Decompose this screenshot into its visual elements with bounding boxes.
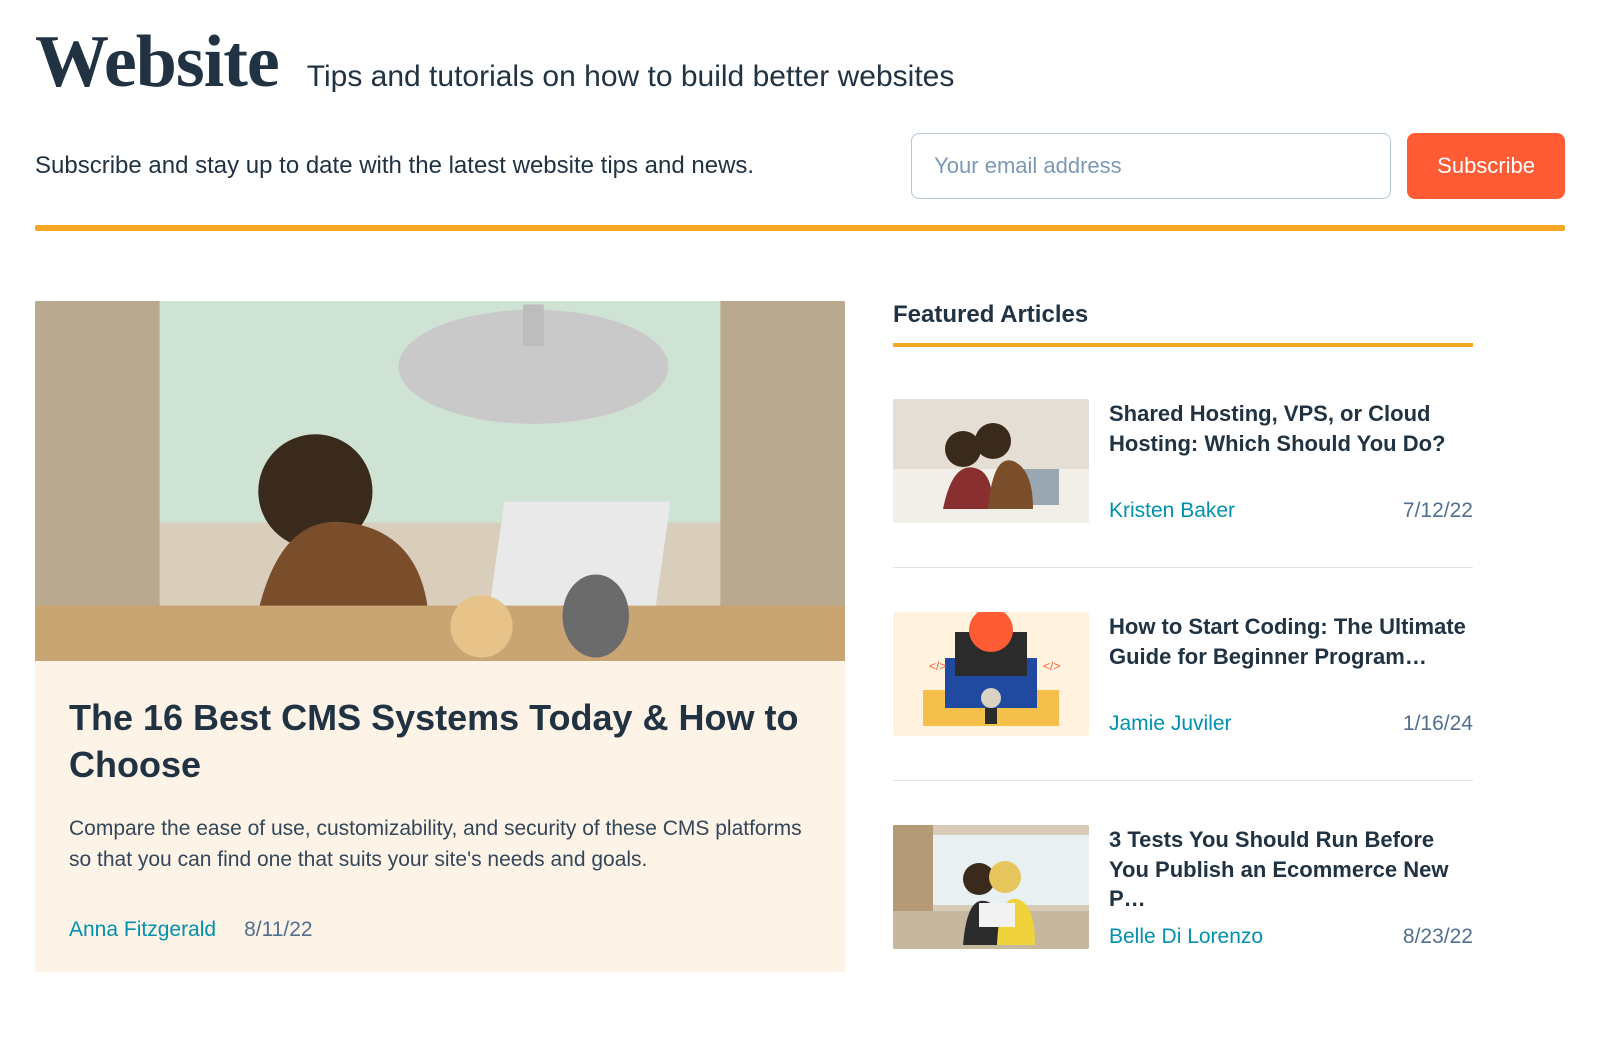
featured-title: Shared Hosting, VPS, or Cloud Hosting: W… xyxy=(1109,399,1473,458)
featured-thumbnail: </> </> xyxy=(893,612,1089,736)
featured-thumbnail xyxy=(893,825,1089,949)
featured-body: How to Start Coding: The Ultimate Guide … xyxy=(1109,612,1473,736)
featured-author[interactable]: Jamie Juviler xyxy=(1109,712,1232,736)
hero-column: The 16 Best CMS Systems Today & How to C… xyxy=(35,301,845,972)
featured-meta: Kristen Baker 7/12/22 xyxy=(1109,499,1473,523)
hero-image xyxy=(35,301,845,661)
featured-divider xyxy=(893,343,1473,347)
featured-body: Shared Hosting, VPS, or Cloud Hosting: W… xyxy=(1109,399,1473,523)
featured-title: 3 Tests You Should Run Before You Publis… xyxy=(1109,825,1473,914)
featured-thumbnail xyxy=(893,399,1089,523)
site-wordmark: Website xyxy=(35,20,279,105)
hero-article-card[interactable]: The 16 Best CMS Systems Today & How to C… xyxy=(35,301,845,972)
hero-meta: Anna Fitzgerald 8/11/22 xyxy=(69,918,811,942)
featured-body: 3 Tests You Should Run Before You Publis… xyxy=(1109,825,1473,949)
hero-title: The 16 Best CMS Systems Today & How to C… xyxy=(69,695,811,789)
featured-date: 8/23/22 xyxy=(1403,925,1473,949)
hero-description: Compare the ease of use, customizability… xyxy=(69,813,811,876)
featured-article-card[interactable]: 3 Tests You Should Run Before You Publis… xyxy=(893,825,1473,949)
featured-meta: Jamie Juviler 1/16/24 xyxy=(1109,712,1473,736)
main-columns: The 16 Best CMS Systems Today & How to C… xyxy=(35,301,1565,972)
site-tagline: Tips and tutorials on how to build bette… xyxy=(307,60,955,94)
email-field[interactable] xyxy=(911,133,1391,199)
subscribe-form: Subscribe xyxy=(911,133,1565,199)
featured-date: 7/12/22 xyxy=(1403,499,1473,523)
featured-heading: Featured Articles xyxy=(893,301,1473,329)
featured-sidebar: Featured Articles Shared Hosting, VPS, o… xyxy=(893,301,1473,972)
featured-title: How to Start Coding: The Ultimate Guide … xyxy=(1109,612,1473,671)
svg-text:</>: </> xyxy=(929,659,946,673)
page-header: Website Tips and tutorials on how to bui… xyxy=(35,20,1565,105)
featured-meta: Belle Di Lorenzo 8/23/22 xyxy=(1109,925,1473,949)
subscribe-bar: Subscribe and stay up to date with the l… xyxy=(35,133,1565,199)
subscribe-button[interactable]: Subscribe xyxy=(1407,133,1565,199)
hero-body: The 16 Best CMS Systems Today & How to C… xyxy=(35,661,845,972)
hero-date: 8/11/22 xyxy=(244,918,313,942)
subscribe-prompt: Subscribe and stay up to date with the l… xyxy=(35,152,754,180)
featured-author[interactable]: Belle Di Lorenzo xyxy=(1109,925,1263,949)
featured-date: 1/16/24 xyxy=(1403,712,1473,736)
divider-accent xyxy=(35,225,1565,231)
featured-article-card[interactable]: </> </> How to Start Coding: The Ultimat… xyxy=(893,612,1473,781)
featured-author[interactable]: Kristen Baker xyxy=(1109,499,1235,523)
svg-text:</>: </> xyxy=(1043,659,1060,673)
hero-author[interactable]: Anna Fitzgerald xyxy=(69,918,216,942)
featured-article-card[interactable]: Shared Hosting, VPS, or Cloud Hosting: W… xyxy=(893,399,1473,568)
